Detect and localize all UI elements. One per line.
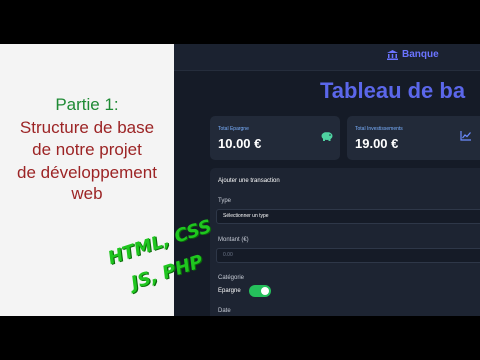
bank-icon	[387, 49, 398, 60]
brand-name: Banque	[402, 49, 439, 60]
type-select[interactable]: Sélectionner un type	[216, 209, 480, 224]
form-title: Ajouter une transaction	[218, 178, 280, 184]
title-line-project: de notre projet	[32, 140, 142, 159]
toggle-knob	[260, 287, 269, 295]
card-label: Total Investissements	[355, 126, 403, 132]
brand-link[interactable]: Banque	[387, 49, 439, 60]
investments-total-card: Total Investissements 19.00 €	[347, 116, 480, 160]
category-toggle-row: Epargne	[218, 285, 271, 297]
type-label: Type	[218, 198, 232, 204]
toggle-label: Epargne	[218, 288, 241, 294]
card-label: Total Epargne	[218, 126, 249, 132]
banking-app-window: Banque Tableau de ba Total Epargne 10.00…	[174, 44, 480, 316]
savings-total-card: Total Epargne 10.00 €	[210, 116, 340, 160]
amount-placeholder: 0.00	[223, 252, 233, 258]
piggy-bank-icon	[321, 131, 333, 141]
letterbox-top	[0, 0, 480, 44]
card-value: 10.00 €	[218, 136, 262, 151]
chart-line-icon	[460, 131, 471, 141]
letterbox-bottom	[0, 316, 480, 360]
page-title: Tableau de ba	[320, 78, 466, 103]
top-navbar: Banque	[174, 44, 480, 71]
type-select-value: Sélectionner un type	[223, 213, 269, 219]
title-line-part: Partie 1:	[55, 95, 119, 114]
title-line-structure: Structure de base	[19, 118, 155, 137]
title-line-web: de développement web	[17, 163, 157, 203]
card-value: 19.00 €	[355, 136, 399, 151]
amount-label: Montant (€)	[218, 237, 249, 243]
add-transaction-form: Ajouter une transaction Type Sélectionne…	[210, 168, 480, 316]
amount-input[interactable]: 0.00	[216, 248, 480, 263]
category-toggle[interactable]	[248, 285, 271, 297]
date-label: Date	[218, 308, 231, 314]
category-label: Catégorie	[218, 275, 245, 281]
